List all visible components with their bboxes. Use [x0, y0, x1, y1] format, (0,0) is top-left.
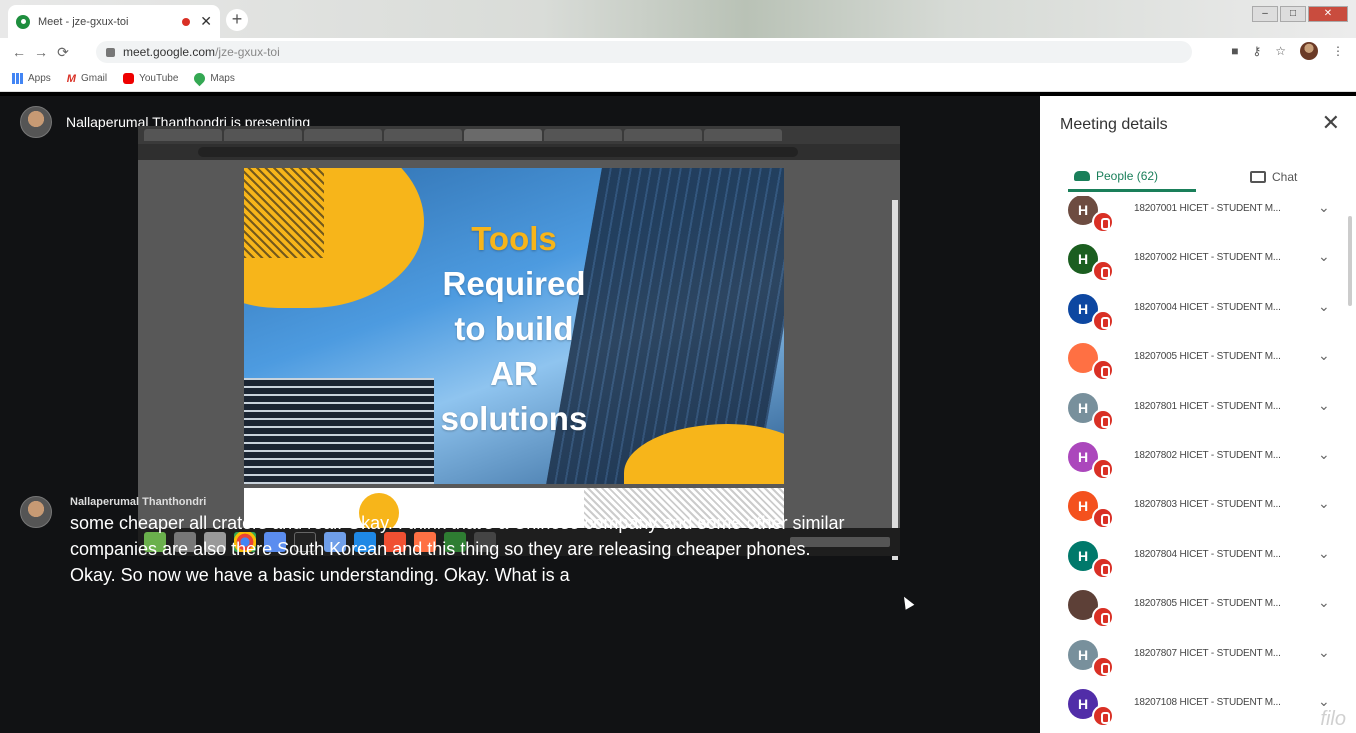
chevron-down-icon[interactable]: ⌄	[1318, 347, 1330, 364]
participant-list: H 18207001 HICET - STUDENT M... ⌄ H 18207002…	[1040, 196, 1356, 733]
participant-name: 18207801 HICET - STUDENT M...	[1134, 400, 1281, 412]
participant-row[interactable]: H 18207004 HICET - STUDENT M... ⌄	[1040, 284, 1356, 333]
participant-row[interactable]: H 18207801 HICET - STUDENT M... ⌄	[1040, 383, 1356, 432]
chevron-down-icon[interactable]: ⌄	[1318, 446, 1330, 463]
muted-mic-icon	[1092, 507, 1114, 530]
participant-name: 18207005 HICET - STUDENT M...	[1134, 351, 1281, 363]
participant-name: 18207803 HICET - STUDENT M...	[1134, 499, 1281, 511]
caption-speaker-avatar	[20, 496, 52, 528]
participant-name: 18207004 HICET - STUDENT M...	[1134, 301, 1281, 313]
shared-screen: Tools Required to build AR solutions	[138, 126, 900, 560]
shared-browser-tabs	[138, 126, 900, 144]
bookmark-maps[interactable]: Maps	[192, 70, 235, 87]
tab-people[interactable]: People (62)	[1068, 162, 1196, 192]
participant-row[interactable]: 18207805 HICET - STUDENT M... ⌄	[1040, 580, 1356, 629]
address-toolbar: ← → ⟳ meet.google.com /jze-gxux-toi ■ ⚷ …	[0, 38, 1356, 66]
caption-speaker-name: Nallaperumal Thanthondri	[70, 496, 207, 508]
url-path: /jze-gxux-toi	[215, 45, 280, 59]
shared-address-bar	[138, 144, 900, 160]
meeting-details-panel: Meeting details ✕ People (62) Chat H 1820…	[1040, 96, 1356, 733]
youtube-icon	[123, 73, 135, 84]
participant-row[interactable]: H 18207002 HICET - STUDENT M... ⌄	[1040, 234, 1356, 283]
close-icon[interactable]: ✕	[1322, 112, 1340, 134]
slide-title: Tools Required to build AR solutions	[440, 220, 588, 437]
muted-mic-icon	[1092, 655, 1114, 678]
forward-arrow-icon[interactable]: →	[30, 44, 52, 60]
chat-icon	[1250, 171, 1266, 183]
gmail-icon: M	[66, 73, 76, 85]
recording-dot-icon	[182, 17, 191, 26]
meet-favicon-icon	[16, 14, 30, 29]
muted-mic-icon	[1092, 705, 1114, 727]
reload-icon[interactable]: ⟳	[52, 44, 74, 61]
participant-name: 18207805 HICET - STUDENT M...	[1134, 598, 1281, 610]
watermark: filo	[1320, 708, 1346, 730]
participant-name: 18207108 HICET - STUDENT M...	[1134, 697, 1281, 708]
tab-chat[interactable]: Chat	[1250, 162, 1340, 192]
chevron-down-icon[interactable]: ⌄	[1318, 199, 1330, 216]
participant-row[interactable]: H 18207001 HICET - STUDENT M... ⌄	[1040, 196, 1356, 234]
participant-row[interactable]: H 18207804 HICET - STUDENT M... ⌄	[1040, 531, 1356, 580]
bookmark-apps[interactable]: Apps	[12, 73, 51, 84]
participant-row[interactable]: H 18207807 HICET - STUDENT M... ⌄	[1040, 630, 1356, 679]
close-window-button[interactable]: ✕	[1308, 6, 1348, 22]
participant-name: 18207002 HICET - STUDENT M...	[1134, 252, 1281, 264]
chevron-down-icon[interactable]: ⌄	[1318, 397, 1330, 414]
close-tab-icon[interactable]: ✕	[200, 13, 212, 30]
participant-row[interactable]: H 18207802 HICET - STUDENT M... ⌄	[1040, 432, 1356, 481]
muted-mic-icon	[1092, 556, 1114, 579]
pdf-viewer: Tools Required to build AR solutions	[138, 160, 900, 560]
star-icon[interactable]: ☆	[1275, 44, 1286, 58]
slide-page: Tools Required to build AR solutions	[244, 168, 784, 484]
tab-title: Meet - jze-gxux-toi	[38, 15, 129, 28]
participant-row[interactable]: 18207005 HICET - STUDENT M... ⌄	[1040, 333, 1356, 382]
panel-scrollbar[interactable]	[1348, 216, 1352, 306]
bookmark-youtube[interactable]: YouTube	[123, 73, 178, 84]
chevron-down-icon[interactable]: ⌄	[1318, 545, 1330, 562]
muted-mic-icon	[1092, 408, 1114, 431]
pdf-scrollbar	[892, 200, 898, 560]
muted-mic-icon	[1092, 458, 1114, 480]
profile-avatar[interactable]	[1300, 42, 1318, 60]
chevron-down-icon[interactable]: ⌄	[1318, 495, 1330, 512]
participant-row[interactable]: H 18207108 HICET - STUDENT M... ⌄	[1040, 679, 1356, 728]
people-icon	[1074, 170, 1090, 181]
url-host: meet.google.com	[123, 45, 216, 59]
menu-dots-icon[interactable]: ⋮	[1332, 44, 1344, 58]
bookmark-gmail[interactable]: M Gmail	[66, 73, 107, 85]
muted-mic-icon	[1092, 260, 1114, 283]
lock-icon	[106, 47, 115, 57]
muted-mic-icon	[1092, 309, 1114, 332]
browser-tab-strip: Meet - jze-gxux-toi ✕ + – □ ✕	[0, 0, 1356, 38]
browser-tab[interactable]: Meet - jze-gxux-toi ✕	[8, 5, 220, 38]
minimize-button[interactable]: –	[1252, 6, 1278, 22]
camera-icon[interactable]: ■	[1231, 44, 1238, 58]
url-input[interactable]: meet.google.com /jze-gxux-toi	[96, 41, 1192, 63]
participant-row[interactable]: H 18207803 HICET - STUDENT M... ⌄	[1040, 481, 1356, 530]
maximize-button[interactable]: □	[1280, 6, 1306, 22]
chevron-down-icon[interactable]: ⌄	[1318, 594, 1330, 611]
participant-name: 18207804 HICET - STUDENT M...	[1134, 548, 1281, 560]
participant-name: 18207807 HICET - STUDENT M...	[1134, 647, 1281, 659]
muted-mic-icon	[1092, 211, 1114, 233]
key-icon[interactable]: ⚷	[1252, 44, 1261, 58]
presenter-avatar	[20, 106, 52, 138]
muted-mic-icon	[1092, 606, 1114, 629]
chevron-down-icon[interactable]: ⌄	[1318, 248, 1330, 265]
caption-text: some cheaper all craters and real. Okay.…	[70, 513, 845, 585]
panel-title: Meeting details	[1060, 116, 1168, 133]
apps-grid-icon	[12, 73, 23, 84]
maps-pin-icon	[192, 70, 208, 87]
chevron-down-icon[interactable]: ⌄	[1318, 644, 1330, 661]
bookmarks-bar: Apps M Gmail YouTube Maps	[0, 66, 1356, 92]
window-controls: – □ ✕	[1252, 6, 1348, 22]
back-arrow-icon[interactable]: ←	[8, 44, 30, 60]
muted-mic-icon	[1092, 359, 1114, 382]
participant-name: 18207001 HICET - STUDENT M...	[1134, 203, 1281, 214]
chevron-down-icon[interactable]: ⌄	[1318, 298, 1330, 315]
participant-name: 18207802 HICET - STUDENT M...	[1134, 450, 1281, 461]
new-tab-button[interactable]: +	[226, 9, 248, 31]
